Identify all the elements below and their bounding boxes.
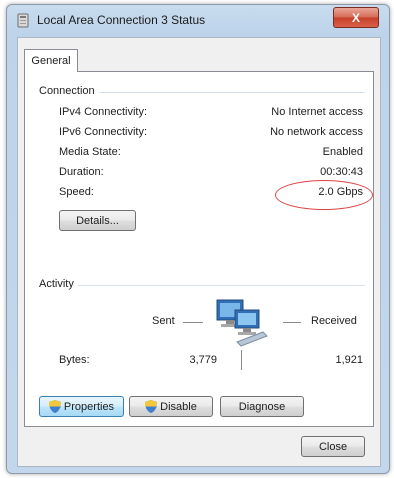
status-dialog: Local Area Connection 3 Status X General…: [6, 4, 390, 474]
sent-line: [183, 322, 203, 323]
ipv6-value: No network access: [270, 126, 363, 138]
disable-button[interactable]: Disable: [129, 396, 213, 417]
ipv6-row: IPv6 Connectivity: No network access: [59, 126, 363, 140]
bytes-received-value: 1,921: [335, 354, 363, 366]
ipv4-label: IPv4 Connectivity:: [59, 106, 148, 118]
diagnose-button-label: Diagnose: [238, 400, 286, 413]
tab-general[interactable]: General: [24, 49, 78, 72]
close-button-label: Close: [318, 440, 348, 453]
duration-label: Duration:: [59, 166, 104, 178]
received-line: [283, 322, 301, 323]
general-tab-panel: Connection IPv4 Connectivity: No Interne…: [24, 71, 374, 427]
ipv4-value: No Internet access: [271, 106, 363, 118]
details-button-label: Details...: [76, 214, 119, 227]
window-title: Local Area Connection 3 Status: [37, 13, 206, 27]
connection-heading: Connection: [39, 85, 99, 97]
bytes-sent-value: 3,779: [189, 354, 217, 366]
dialog-client-area: General Connection IPv4 Connectivity: No…: [17, 37, 381, 467]
close-button[interactable]: Close: [301, 436, 365, 457]
speed-label: Speed:: [59, 186, 94, 198]
bytes-divider: [241, 350, 242, 370]
diagnose-button[interactable]: Diagnose: [220, 396, 304, 417]
properties-button[interactable]: Properties: [39, 396, 124, 417]
details-button[interactable]: Details...: [59, 210, 136, 231]
uac-shield-icon: [48, 400, 61, 413]
duration-row: Duration: 00:30:43: [59, 166, 363, 180]
connection-group-header: Connection: [39, 85, 365, 99]
speed-highlight-ellipse: [275, 180, 373, 210]
sent-label: Sent: [152, 315, 175, 327]
network-computers-icon: [216, 299, 268, 347]
duration-value: 00:30:43: [320, 166, 363, 178]
media-state-value: Enabled: [322, 146, 363, 158]
activity-group-header: Activity: [39, 278, 365, 292]
tab-label: General: [31, 55, 71, 67]
close-window-button[interactable]: X: [333, 7, 379, 28]
ipv4-row: IPv4 Connectivity: No Internet access: [59, 106, 363, 120]
title-bar[interactable]: Local Area Connection 3 Status X: [7, 5, 389, 35]
activity-heading: Activity: [39, 278, 78, 290]
bytes-label: Bytes:: [59, 354, 90, 366]
ipv6-label: IPv6 Connectivity:: [59, 126, 148, 138]
network-adapter-icon: [17, 13, 29, 28]
properties-button-label: Properties: [63, 400, 115, 413]
media-state-row: Media State: Enabled: [59, 146, 363, 160]
group-divider: [39, 285, 365, 286]
close-icon: X: [351, 10, 360, 25]
media-state-label: Media State:: [59, 146, 121, 158]
received-label: Received: [311, 315, 357, 327]
disable-button-label: Disable: [160, 400, 197, 413]
uac-shield-icon: [145, 400, 158, 413]
